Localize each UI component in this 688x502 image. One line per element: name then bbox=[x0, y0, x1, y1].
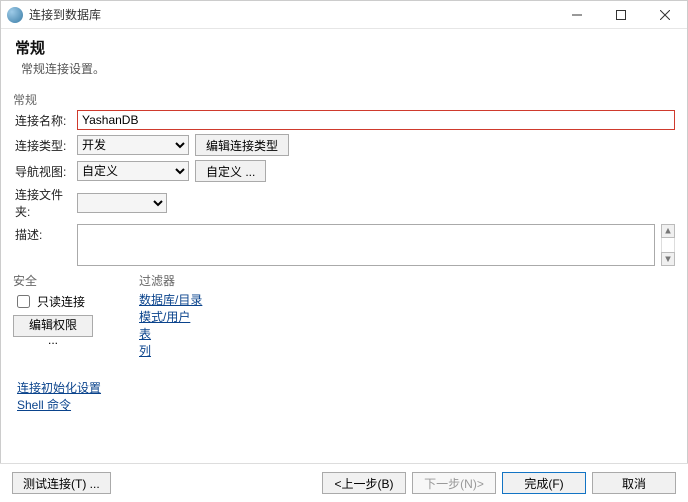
row-connection-folder: 连接文件夹: bbox=[13, 186, 675, 220]
filter-link-table[interactable]: 表 bbox=[139, 326, 202, 343]
window-title: 连接到数据库 bbox=[29, 6, 101, 23]
filters-section: 过滤器 数据库/目录 模式/用户 表 列 bbox=[139, 272, 202, 360]
label-connection-name: 连接名称: bbox=[13, 112, 77, 129]
shell-command-link[interactable]: Shell 命令 bbox=[17, 397, 675, 414]
dialog-footer: 测试连接(T) ... <上一步(B) 下一步(N)> 完成(F) 取消 bbox=[0, 463, 688, 502]
readonly-checkbox-wrapper[interactable]: 只读连接 bbox=[13, 292, 103, 311]
content-area: 常规 连接名称: 连接类型: 开发 编辑连接类型 导航视图: 自定义 自定义 .… bbox=[1, 81, 687, 414]
dialog-header: 常规 常规连接设置。 bbox=[1, 29, 687, 81]
label-connection-type: 连接类型: bbox=[13, 137, 77, 154]
connection-name-input[interactable] bbox=[77, 110, 675, 130]
app-icon bbox=[7, 7, 23, 23]
description-scrollbar[interactable] bbox=[661, 224, 675, 266]
connection-type-select[interactable]: 开发 bbox=[77, 135, 189, 155]
edit-connection-type-button[interactable]: 编辑连接类型 bbox=[195, 134, 289, 156]
finish-button[interactable]: 完成(F) bbox=[502, 472, 586, 494]
label-connection-folder: 连接文件夹: bbox=[13, 186, 77, 220]
row-connection-type: 连接类型: 开发 编辑连接类型 bbox=[13, 134, 675, 156]
header-subtitle: 常规连接设置。 bbox=[15, 60, 673, 77]
security-section: 安全 只读连接 编辑权限 ... bbox=[13, 272, 103, 360]
filter-link-database[interactable]: 数据库/目录 bbox=[139, 292, 202, 309]
close-button[interactable] bbox=[643, 1, 687, 28]
lower-panel: 安全 只读连接 编辑权限 ... 过滤器 数据库/目录 模式/用户 表 列 bbox=[13, 272, 675, 360]
prev-button[interactable]: <上一步(B) bbox=[322, 472, 406, 494]
nav-view-select[interactable]: 自定义 bbox=[77, 161, 189, 181]
next-button: 下一步(N)> bbox=[412, 472, 496, 494]
section-title: 常规 bbox=[13, 91, 675, 108]
description-textarea[interactable] bbox=[77, 224, 655, 266]
maximize-button[interactable] bbox=[599, 1, 643, 28]
label-nav-view: 导航视图: bbox=[13, 163, 77, 180]
row-description: 描述: bbox=[13, 224, 675, 266]
filter-link-column[interactable]: 列 bbox=[139, 343, 202, 360]
title-bar-left: 连接到数据库 bbox=[7, 6, 101, 23]
window-controls bbox=[555, 1, 687, 28]
filter-link-schema[interactable]: 模式/用户 bbox=[139, 309, 202, 326]
cancel-button[interactable]: 取消 bbox=[592, 472, 676, 494]
test-connection-button[interactable]: 测试连接(T) ... bbox=[12, 472, 111, 494]
label-description: 描述: bbox=[13, 224, 77, 243]
title-bar: 连接到数据库 bbox=[1, 1, 687, 29]
row-connection-name: 连接名称: bbox=[13, 110, 675, 130]
connection-init-link[interactable]: 连接初始化设置 bbox=[17, 380, 675, 397]
readonly-label: 只读连接 bbox=[37, 293, 85, 310]
minimize-button[interactable] bbox=[555, 1, 599, 28]
row-nav-view: 导航视图: 自定义 自定义 ... bbox=[13, 160, 675, 182]
security-title: 安全 bbox=[13, 272, 103, 289]
nav-custom-button[interactable]: 自定义 ... bbox=[195, 160, 266, 182]
scroll-up-icon[interactable] bbox=[661, 224, 675, 238]
connection-folder-select[interactable] bbox=[77, 193, 167, 213]
header-title: 常规 bbox=[15, 37, 673, 58]
edit-permissions-button[interactable]: 编辑权限 ... bbox=[13, 315, 93, 337]
scroll-down-icon[interactable] bbox=[661, 252, 675, 266]
readonly-checkbox[interactable] bbox=[17, 295, 30, 308]
filters-title: 过滤器 bbox=[139, 272, 202, 289]
bottom-links: 连接初始化设置 Shell 命令 bbox=[13, 380, 675, 414]
